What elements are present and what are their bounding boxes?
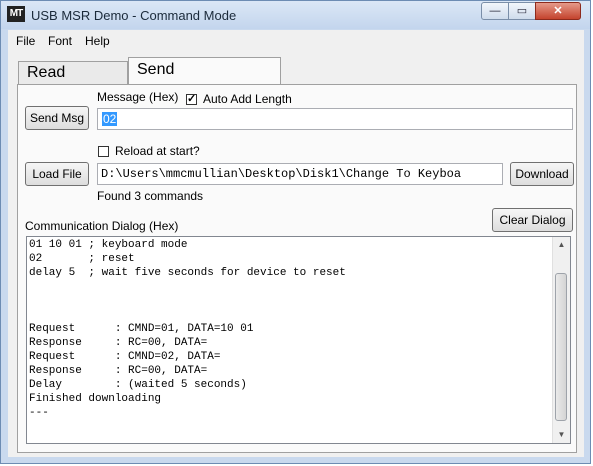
dialog-log-text: 01 10 01 ; keyboard mode 02 ; reset dela… <box>29 239 346 419</box>
scroll-down-arrow-icon[interactable]: ▼ <box>553 427 570 443</box>
reload-at-start-checkbox[interactable] <box>98 146 109 157</box>
close-button[interactable]: ✕ <box>535 2 581 20</box>
file-path-input[interactable]: D:\Users\mmcmullian\Desktop\Disk1\Change… <box>97 163 503 185</box>
load-file-button[interactable]: Load File <box>25 162 89 186</box>
communication-dialog-textarea[interactable]: 01 10 01 ; keyboard mode 02 ; reset dela… <box>26 236 571 444</box>
tab-read-cards[interactable]: Read Cards... <box>18 61 128 103</box>
file-path-value: D:\Users\mmcmullian\Desktop\Disk1\Change… <box>101 167 462 181</box>
title-bar[interactable]: MT USB MSR Demo - Command Mode — ▭ ✕ <box>1 1 590 29</box>
client-area: Read Cards... Send Commands... Message (… <box>8 51 584 457</box>
auto-add-length-label[interactable]: Auto Add Length <box>203 92 292 106</box>
communication-dialog-label: Communication Dialog (Hex) <box>25 219 179 233</box>
vertical-scrollbar[interactable]: ▲ ▼ <box>552 237 570 443</box>
menu-file[interactable]: File <box>16 34 35 48</box>
tab-send-commands[interactable]: Send Commands... <box>128 57 281 102</box>
message-value: 02 <box>102 112 118 126</box>
window-title: USB MSR Demo - Command Mode <box>31 8 237 23</box>
minimize-button[interactable]: — <box>481 2 509 20</box>
menu-font[interactable]: Font <box>48 34 72 48</box>
scroll-up-arrow-icon[interactable]: ▲ <box>553 237 570 253</box>
reload-at-start-label[interactable]: Reload at start? <box>115 144 200 158</box>
menu-help[interactable]: Help <box>85 34 110 48</box>
menu-bar: File Font Help <box>8 30 584 51</box>
maximize-button[interactable]: ▭ <box>508 2 536 20</box>
download-button[interactable]: Download <box>510 162 574 186</box>
app-icon[interactable]: MT <box>7 6 25 22</box>
clear-dialog-button[interactable]: Clear Dialog <box>492 208 573 232</box>
message-input[interactable]: 02 <box>97 108 573 130</box>
send-commands-panel: Message (Hex) ✓ Auto Add Length Send Msg… <box>17 84 577 453</box>
app-window: MT USB MSR Demo - Command Mode — ▭ ✕ Fil… <box>0 0 591 464</box>
status-text: Found 3 commands <box>97 189 204 203</box>
send-msg-button[interactable]: Send Msg <box>25 106 89 130</box>
scrollbar-thumb[interactable] <box>555 273 567 421</box>
message-label: Message (Hex) <box>97 90 179 104</box>
auto-add-length-checkbox[interactable]: ✓ <box>186 94 197 105</box>
